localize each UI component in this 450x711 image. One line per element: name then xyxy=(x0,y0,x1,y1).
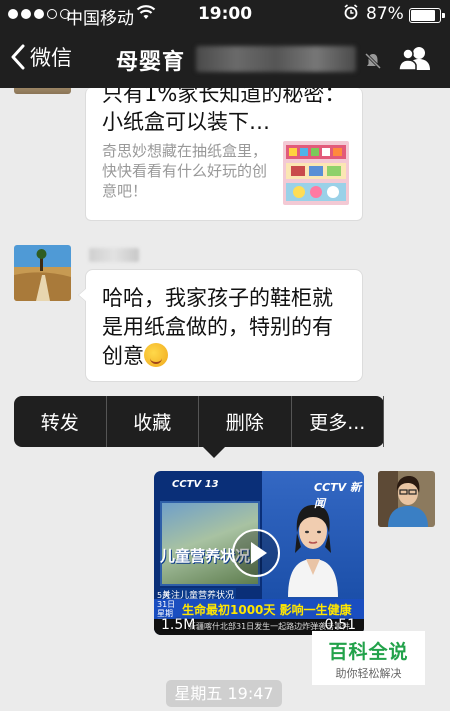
time-stamp: 星期五 19:47 xyxy=(166,680,282,707)
menu-item-forward[interactable]: 转发 xyxy=(14,396,107,447)
avatar[interactable] xyxy=(14,88,71,94)
message-text: 哈哈，我家孩子的鞋柜就是用纸盒做的，特别的有创意 xyxy=(102,286,333,368)
video-file-size: 1.5M xyxy=(161,617,196,633)
chat-title: 母婴育 xyxy=(116,50,186,75)
menu-item-delete[interactable]: 删除 xyxy=(199,396,292,447)
news-anchor-image xyxy=(288,505,338,597)
avatar[interactable] xyxy=(378,471,435,527)
article-description: 奇思妙想藏在抽纸盒里，快快看看有什么好玩的创意吧！ xyxy=(102,142,268,200)
group-members-icon[interactable] xyxy=(398,45,432,75)
watermark: 百科全说 助你轻松解决 xyxy=(312,631,425,685)
message-bubble[interactable]: 哈哈，我家孩子的鞋柜就是用纸盒做的，特别的有创意 xyxy=(78,269,363,382)
news-ticker: 5月31日 星期四 生命最初1000天 影响一生健康 xyxy=(154,591,364,627)
status-bar: 中国移动 19:00 87% xyxy=(0,0,450,30)
context-menu: 转发 收藏 删除 更多... xyxy=(14,396,384,458)
menu-item-favorite[interactable]: 收藏 xyxy=(107,396,199,447)
play-icon[interactable] xyxy=(232,529,280,577)
chat-messages[interactable]: 只有1%家长知道的秘密：小纸盒可以装下… 奇思妙想藏在抽纸盒里，快快看看有什么好… xyxy=(0,88,450,711)
watermark-slogan: 助你轻松解决 xyxy=(335,667,402,680)
article-title: 只有1%家长知道的秘密：小纸盒可以装下… xyxy=(102,88,346,134)
title-redacted xyxy=(196,46,356,72)
battery-icon xyxy=(409,8,445,23)
mute-icon xyxy=(364,52,382,74)
ticker-headline: 生命最初1000天 影响一生健康 xyxy=(182,602,352,617)
navigation-bar: 微信 母婴育 xyxy=(0,30,450,88)
back-label: 微信 xyxy=(30,46,72,70)
article-thumbnail xyxy=(283,141,349,205)
back-button[interactable]: 微信 xyxy=(10,42,72,72)
avatar[interactable] xyxy=(14,245,71,301)
watermark-brand: 百科全说 xyxy=(328,641,409,663)
battery-percent: 87% xyxy=(366,4,404,24)
sender-name-redacted xyxy=(89,248,139,262)
alarm-icon xyxy=(343,4,359,24)
menu-pointer xyxy=(203,447,225,458)
channel-logo: CCTV 13 xyxy=(172,479,219,490)
laughing-face-icon xyxy=(144,343,168,367)
chevron-left-icon xyxy=(11,44,25,70)
channel-logo-right: CCTV 新闻 xyxy=(314,481,361,510)
article-card[interactable]: 只有1%家长知道的秘密：小纸盒可以装下… 奇思妙想藏在抽纸盒里，快快看看有什么好… xyxy=(85,88,363,221)
menu-item-more[interactable]: 更多... xyxy=(292,396,384,447)
video-message[interactable]: CCTV 13 CCTV 新闻 儿童营养状况 关注儿童营养状况 5月31日 星期… xyxy=(154,471,364,635)
